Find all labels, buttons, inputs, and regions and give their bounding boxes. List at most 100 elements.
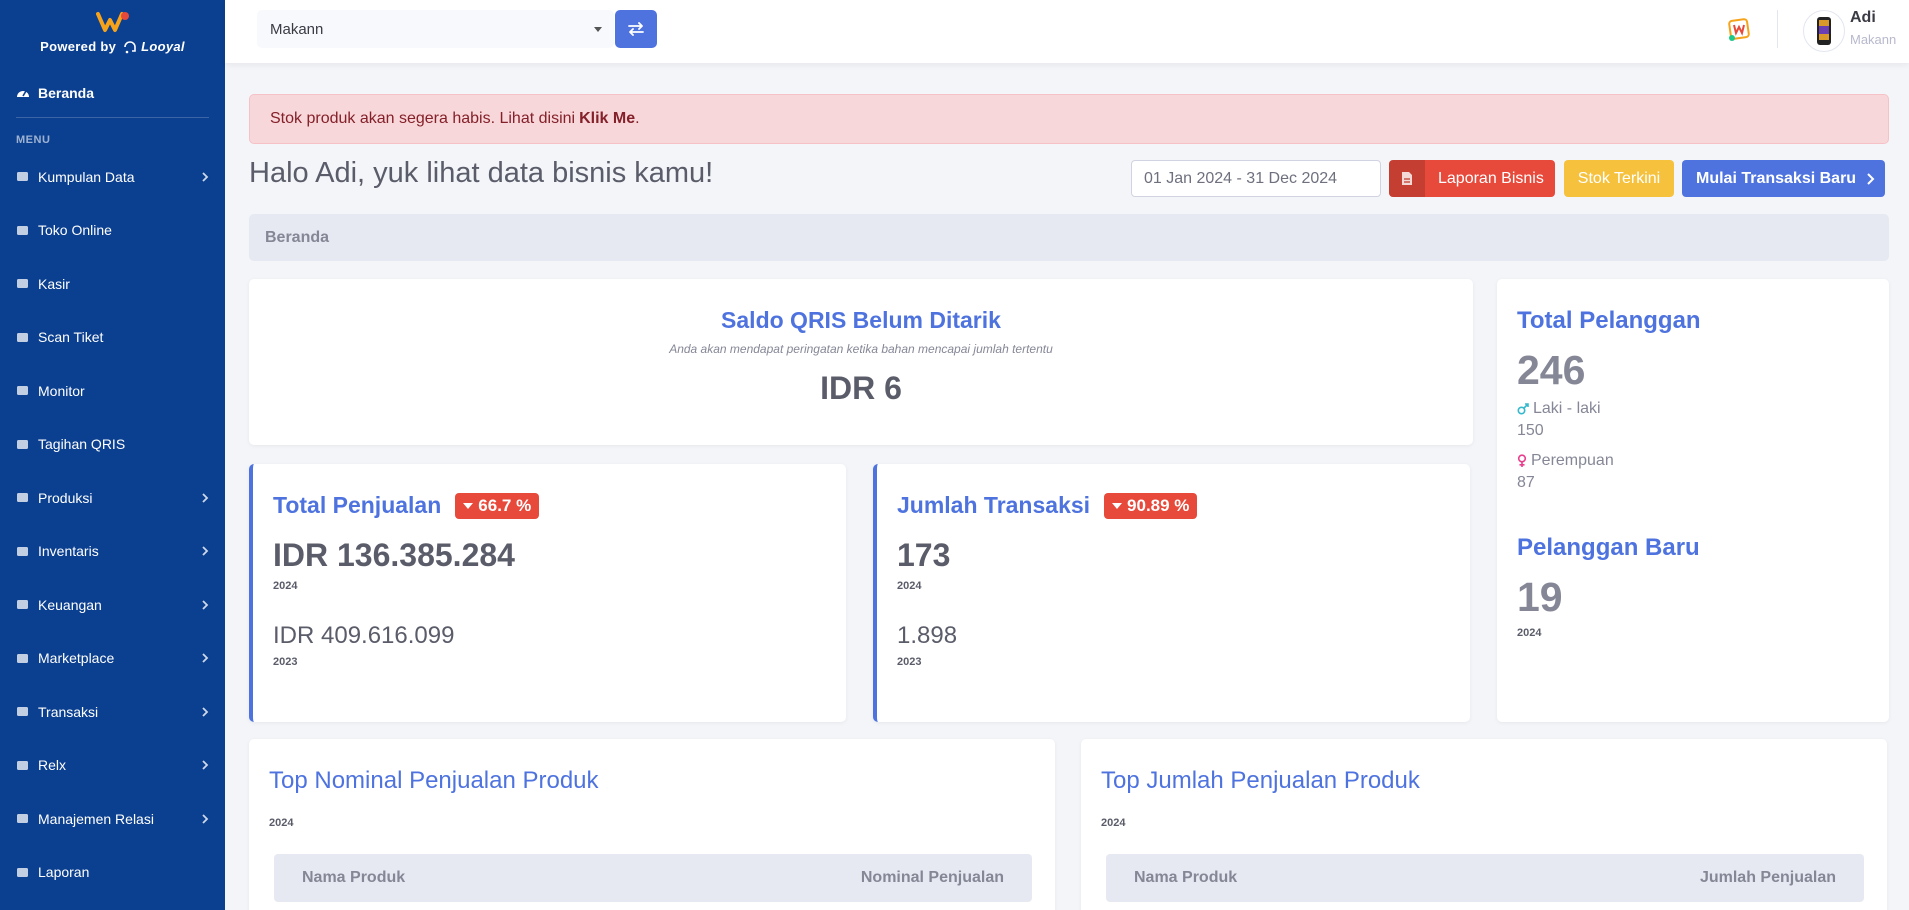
transaction-count-card: Jumlah Transaksi 90.89 % 173 2024 1.898 …: [873, 464, 1470, 722]
brand-logo-icon[interactable]: [95, 11, 130, 33]
sidebar-item-transaksi[interactable]: Transaksi: [0, 685, 225, 739]
transaction-current-year: 2024: [897, 580, 922, 592]
sales-change-badge: 66.7 %: [455, 492, 540, 519]
dashboard-icon: [17, 90, 29, 97]
top-quantity-title: Top Jumlah Penjualan Produk: [1101, 767, 1420, 794]
sidebar-item-label: Relx: [38, 757, 67, 774]
sidebar-item-scan-tiket[interactable]: Scan Tiket: [0, 311, 225, 365]
caret-down-icon: [1112, 502, 1123, 509]
powered-by-label: Powered by: [40, 39, 117, 54]
sidebar-item-keuangan[interactable]: Keuangan: [0, 578, 225, 632]
male-label: Laki - laki: [1533, 400, 1601, 417]
sidebar-item-label: Laporan: [38, 864, 90, 881]
male-icon: [1517, 403, 1529, 415]
box-icon: [17, 493, 28, 503]
alert-link[interactable]: Klik Me: [579, 110, 635, 128]
transaction-current-value: 173: [897, 537, 951, 573]
topbar-divider: [1777, 10, 1778, 48]
transaction-previous-value: 1.898: [897, 622, 958, 649]
top-nominal-table-header: Nama Produk Nominal Penjualan: [274, 854, 1032, 902]
caret-down-icon: [463, 502, 474, 509]
business-report-button[interactable]: Laporan Bisnis: [1389, 160, 1555, 197]
topbar: Makann Adi Makann: [225, 0, 1909, 63]
users-icon: [17, 760, 28, 770]
sidebar-item-label: Monitor: [38, 382, 85, 399]
chevron-right-icon: [1867, 172, 1875, 185]
monitor-icon: [17, 386, 28, 396]
column-header-nominal[interactable]: Nominal Penjualan: [861, 869, 1004, 887]
sidebar-item-monitor[interactable]: Monitor: [0, 364, 225, 418]
female-count: 87: [1517, 474, 1535, 491]
column-header-product[interactable]: Nama Produk: [1134, 869, 1237, 887]
sidebar-item-label: Manajemen Relasi: [38, 810, 154, 827]
phone-avatar-icon: [1817, 17, 1831, 45]
brand: Powered by Looyal: [0, 0, 225, 62]
transaction-change-value: 90.89 %: [1127, 495, 1190, 515]
female-icon: [1517, 454, 1527, 467]
avatar[interactable]: [1803, 10, 1845, 52]
top-nominal-sales-card: Top Nominal Penjualan Produk 2024 Nama P…: [249, 739, 1055, 910]
business-select[interactable]: Makann: [257, 10, 614, 48]
total-customers-title: Total Pelanggan: [1517, 307, 1701, 334]
switch-business-button[interactable]: [615, 10, 657, 48]
business-select-value: Makann: [270, 20, 324, 38]
ticket-icon: [17, 332, 28, 342]
user-name[interactable]: Adi: [1850, 9, 1876, 27]
hand-holding-icon: [17, 707, 28, 717]
sidebar-item-marketplace[interactable]: Marketplace: [0, 632, 225, 686]
sidebar-home-label: Beranda: [38, 84, 95, 101]
transaction-count-title: Jumlah Transaksi: [897, 492, 1091, 518]
sidebar-item-label: Tagihan QRIS: [38, 436, 126, 453]
sidebar-item-kasir[interactable]: Kasir: [0, 257, 225, 311]
new-customers-title: Pelanggan Baru: [1517, 534, 1700, 561]
column-header-quantity[interactable]: Jumlah Penjualan: [1700, 869, 1836, 887]
chart-icon: [17, 867, 28, 877]
new-transaction-label: Mulai Transaksi Baru: [1696, 169, 1857, 187]
online-store-icon[interactable]: [1726, 17, 1752, 43]
transaction-change-badge: 90.89 %: [1104, 492, 1198, 519]
sidebar-item-label: Scan Tiket: [38, 329, 104, 346]
sidebar-item-inventaris[interactable]: Inventaris: [0, 525, 225, 579]
column-header-product[interactable]: Nama Produk: [302, 869, 405, 887]
stock-alert: Stok produk akan segera habis. Lihat dis…: [249, 94, 1889, 144]
transaction-previous-year: 2023: [897, 656, 922, 668]
sidebar-menu: Kumpulan Data Toko Online Kasir Scan Tiket M…: [0, 150, 225, 899]
sidebar-item-manajemen-relasi[interactable]: Manajemen Relasi: [0, 792, 225, 846]
qris-value: IDR 6: [820, 370, 902, 406]
sales-current-value: IDR 136.385.284: [273, 537, 515, 573]
chevron-right-icon: [202, 546, 209, 556]
sidebar-item-laporan[interactable]: Laporan: [0, 846, 225, 900]
total-sales-card: Total Penjualan 66.7 % IDR 136.385.284 2…: [249, 464, 846, 722]
top-quantity-table-header: Nama Produk Jumlah Penjualan: [1106, 854, 1864, 902]
cubes-icon: [17, 546, 28, 556]
sales-previous-value: IDR 409.616.099: [273, 622, 455, 649]
user-business: Makann: [1850, 32, 1897, 47]
breadcrumb-item[interactable]: Beranda: [265, 229, 329, 247]
chevron-right-icon: [202, 707, 209, 717]
sidebar-item-toko-online[interactable]: Toko Online: [0, 204, 225, 258]
sidebar-item-beranda[interactable]: Beranda: [16, 62, 209, 118]
sidebar-item-label: Kasir: [38, 275, 70, 292]
female-row: Perempuan: [1517, 452, 1889, 470]
sidebar-item-relx[interactable]: Relx: [0, 739, 225, 793]
customers-card: Total Pelanggan 246 Laki - laki 150 Pere…: [1497, 279, 1889, 722]
alert-suffix: .: [635, 110, 640, 127]
powered-by: Powered by Looyal: [40, 39, 185, 54]
sidebar-item-label: Keuangan: [38, 596, 102, 613]
female-label: Perempuan: [1531, 452, 1614, 469]
date-range-input[interactable]: 01 Jan 2024 - 31 Dec 2024: [1131, 160, 1381, 197]
total-customers-value: 246: [1517, 347, 1586, 393]
sidebar-heading: MENU: [16, 134, 51, 146]
sidebar-item-tagihan-qris[interactable]: Tagihan QRIS: [0, 418, 225, 472]
sidebar-item-label: Transaksi: [38, 703, 99, 720]
chevron-right-icon: [202, 760, 209, 770]
top-quantity-sales-card: Top Jumlah Penjualan Produk 2024 Nama Pr…: [1081, 739, 1887, 910]
qris-subtitle: Anda akan mendapat peringatan ketika bah…: [669, 342, 1053, 356]
sidebar-item-produksi[interactable]: Produksi: [0, 471, 225, 525]
database-icon: [17, 172, 28, 182]
sidebar-item-kumpulan-data[interactable]: Kumpulan Data: [0, 150, 225, 204]
new-transaction-button[interactable]: Mulai Transaksi Baru: [1682, 160, 1885, 197]
looyal-label: Looyal: [141, 39, 185, 54]
sidebar: Powered by Looyal Beranda MENU Kumpulan …: [0, 0, 225, 910]
current-stock-button[interactable]: Stok Terkini: [1564, 160, 1674, 197]
